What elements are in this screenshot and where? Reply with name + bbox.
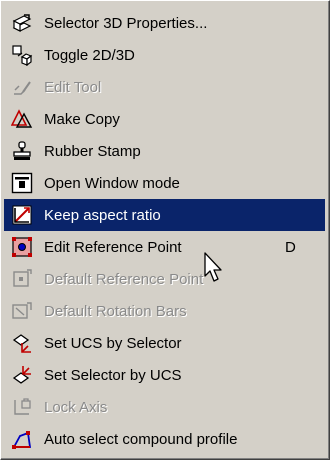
rubber-stamp-icon [11, 140, 33, 162]
menu-item-label: Default Rotation Bars [44, 302, 187, 320]
menu-item-edit-tool: Edit Tool [4, 71, 325, 103]
properties-3d-icon [11, 12, 33, 34]
menu-item-toggle-2d-3d[interactable]: Toggle 2D/3D [4, 39, 325, 71]
default-reference-point-icon [11, 268, 33, 290]
menu-item-label: Edit Tool [44, 78, 102, 96]
shortcut-key: D [285, 238, 296, 256]
menu-item-rubber-stamp[interactable]: Rubber Stamp [4, 135, 325, 167]
menu-item-label: Toggle 2D/3D [44, 46, 135, 64]
lock-axis-icon [11, 396, 33, 418]
menu-item-label: Keep aspect ratio [44, 206, 161, 224]
menu-item-label: Auto select compound profile [44, 430, 238, 448]
menu-item-selector-3d-properties[interactable]: Selector 3D Properties... [4, 7, 325, 39]
open-window-icon [11, 172, 33, 194]
menu-item-label: Rubber Stamp [44, 142, 141, 160]
menu-item-set-ucs-by-selector[interactable]: Set UCS by Selector [4, 327, 325, 359]
menu-item-label: Default Reference Point [44, 270, 204, 288]
menu-item-lock-axis: Lock Axis [4, 391, 325, 423]
menu-item-label: Set UCS by Selector [44, 334, 182, 352]
menu-item-default-reference-point: Default Reference Point [4, 263, 325, 295]
toggle-2d-3d-icon [11, 44, 33, 66]
keep-aspect-ratio-icon [11, 204, 33, 226]
menu-item-default-rotation-bars: Default Rotation Bars [4, 295, 325, 327]
edit-tool-icon [11, 76, 33, 98]
set-ucs-icon [11, 332, 33, 354]
compound-profile-icon [11, 428, 33, 450]
menu-item-set-selector-by-ucs[interactable]: Set Selector by UCS [4, 359, 325, 391]
menu-item-auto-select-compound-profile[interactable]: Auto select compound profile [4, 423, 325, 455]
reference-point-icon [11, 236, 33, 258]
menu-item-label: Selector 3D Properties... [44, 14, 208, 32]
menu-item-label: Edit Reference Point [44, 238, 182, 256]
context-menu: Selector 3D Properties... Toggle 2D/3D E… [0, 0, 330, 460]
menu-item-open-window-mode[interactable]: Open Window mode [4, 167, 325, 199]
menu-item-edit-reference-point[interactable]: Edit Reference Point D [4, 231, 325, 263]
menu-body: Selector 3D Properties... Toggle 2D/3D E… [1, 1, 329, 459]
set-selector-icon [11, 364, 33, 386]
menu-item-label: Set Selector by UCS [44, 366, 182, 384]
menu-item-keep-aspect-ratio[interactable]: Keep aspect ratio [4, 199, 325, 231]
menu-item-make-copy[interactable]: Make Copy [4, 103, 325, 135]
menu-item-label: Make Copy [44, 110, 120, 128]
default-rotation-bars-icon [11, 300, 33, 322]
make-copy-icon [11, 108, 33, 130]
menu-item-label: Lock Axis [44, 398, 108, 416]
menu-item-label: Open Window mode [44, 174, 180, 192]
